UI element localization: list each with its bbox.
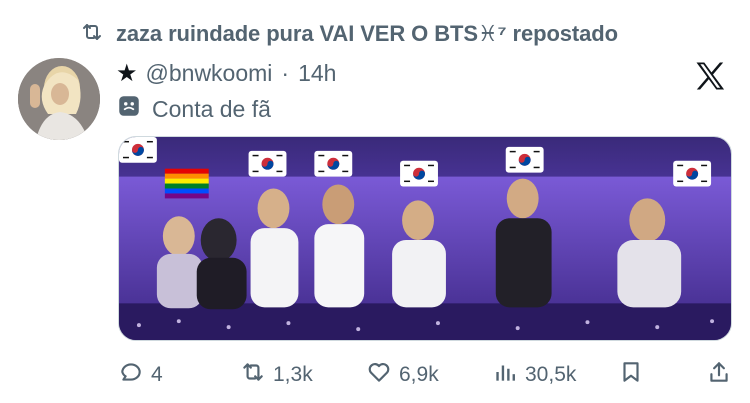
views-count: 30,5k: [525, 363, 577, 386]
repost-button[interactable]: 1,3k: [240, 357, 313, 393]
fan-account-label[interactable]: Conta de fã: [116, 92, 271, 126]
reply-count: 4: [151, 363, 163, 386]
repost-icon: [240, 359, 266, 391]
fan-account-text: Conta de fã: [152, 95, 271, 122]
repost-text: zaza ruindade pura VAI VER O BTS♓⁷ repos…: [116, 21, 618, 46]
tweet-header: ★ @bnwkoomi · 14h: [116, 56, 336, 90]
repost-count: 1,3k: [273, 363, 313, 386]
separator-dot: ·: [281, 59, 290, 86]
like-count: 6,9k: [399, 363, 439, 386]
reply-icon: [118, 359, 144, 391]
repost-attribution[interactable]: zaza ruindade pura VAI VER O BTS♓⁷ repos…: [78, 18, 618, 50]
x-logo-icon: [692, 58, 728, 94]
share-icon: [706, 359, 732, 391]
repost-icon: [78, 20, 106, 49]
heart-icon: [366, 359, 392, 391]
views-chart-icon: [492, 359, 518, 391]
views-button[interactable]: 30,5k: [492, 357, 576, 393]
avatar[interactable]: [18, 58, 100, 140]
user-handle[interactable]: @bnwkoomi: [146, 60, 273, 87]
theater-masks-icon: [116, 93, 142, 125]
tweet-actions: 4 1,3k 6,9k 30,5k: [118, 357, 732, 393]
tweet-time[interactable]: 14h: [298, 60, 336, 87]
bookmark-button[interactable]: [618, 357, 644, 393]
tweet-media-image[interactable]: [118, 136, 732, 341]
like-button[interactable]: 6,9k: [366, 357, 439, 393]
reply-button[interactable]: 4: [118, 357, 163, 393]
bookmark-icon: [618, 359, 644, 391]
star-icon: ★: [116, 59, 138, 87]
share-button[interactable]: [706, 357, 732, 393]
